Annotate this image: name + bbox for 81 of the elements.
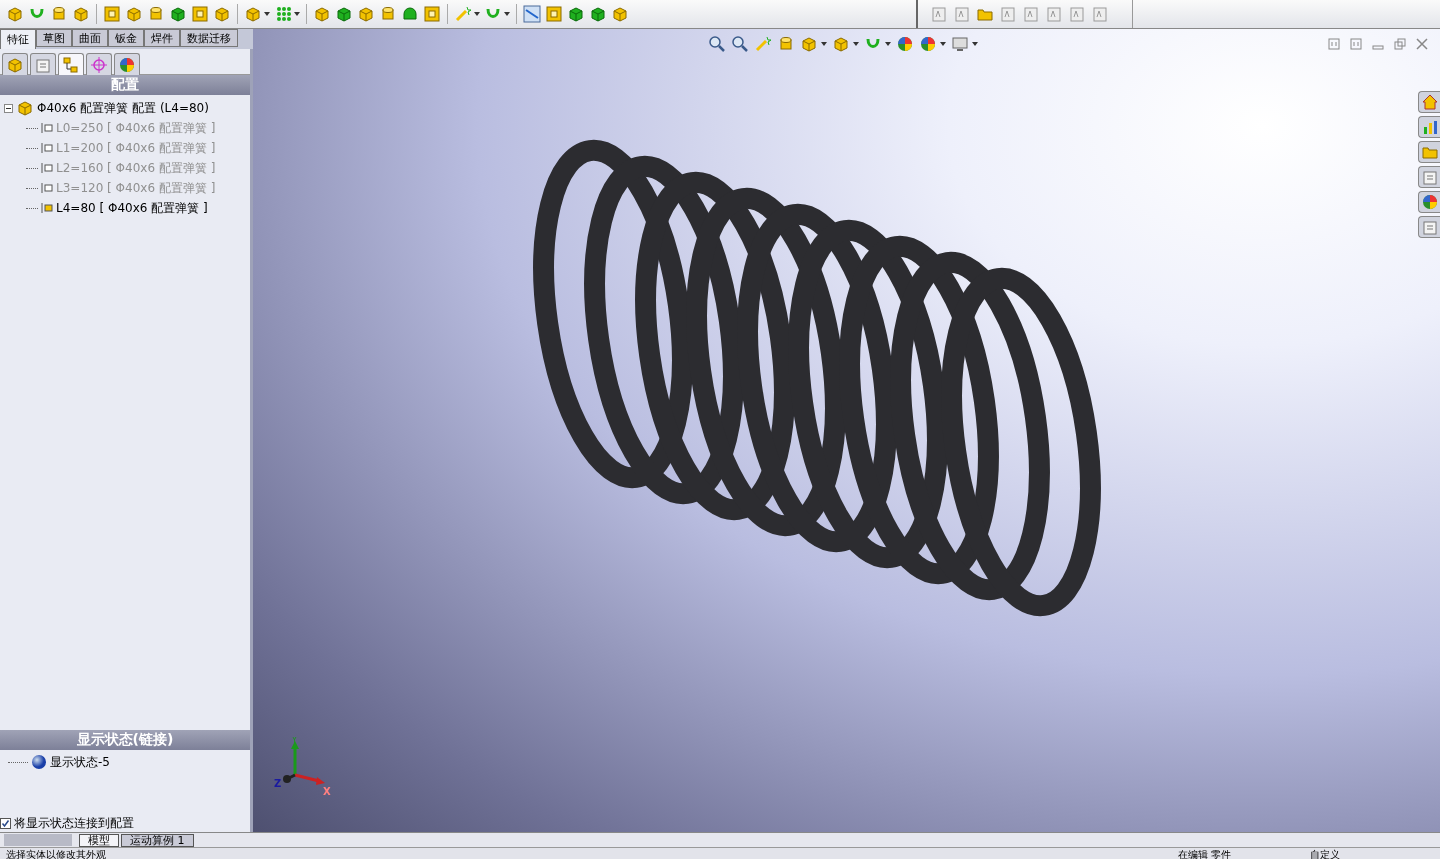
task-pane-tab[interactable] — [1418, 141, 1440, 163]
dome-icon[interactable] — [401, 5, 419, 23]
tab[interactable]: 曲面 — [72, 29, 108, 47]
tree-item[interactable]: L4=80 [ Φ40x6 配置弹簧 ] — [56, 199, 208, 217]
tab[interactable]: 草图 — [36, 29, 72, 47]
checkbox-label: 将显示状态连接到配置 — [14, 814, 134, 832]
cylinder-icon[interactable] — [50, 5, 68, 23]
panel-title: 配置 — [0, 75, 250, 95]
caret-icon[interactable] — [821, 42, 827, 46]
tile-icon[interactable] — [1328, 38, 1340, 50]
block-icon[interactable] — [589, 5, 607, 23]
task-pane-tab[interactable] — [1418, 166, 1440, 188]
status-text: 自定义 — [1309, 847, 1341, 859]
task-pane-tab[interactable] — [1418, 91, 1440, 113]
frame-icon[interactable] — [545, 5, 563, 23]
cube-icon[interactable] — [125, 5, 143, 23]
cylinder-icon[interactable] — [777, 35, 795, 53]
document-icon[interactable] — [1068, 5, 1086, 23]
configuration-icon — [41, 182, 53, 194]
block-icon[interactable] — [169, 5, 187, 23]
caret-icon[interactable] — [940, 42, 946, 46]
frame-icon[interactable] — [423, 5, 441, 23]
document-icon[interactable] — [1022, 5, 1040, 23]
task-pane-tab[interactable] — [1418, 116, 1440, 138]
panel-title: 显示状态(链接) — [0, 730, 250, 750]
tab[interactable]: 钣金 — [108, 29, 144, 47]
tab[interactable]: 特征 — [0, 29, 36, 49]
zoom-icon[interactable] — [708, 35, 726, 53]
clipboard-icon — [1420, 168, 1439, 186]
block-icon[interactable] — [335, 5, 353, 23]
document-icon[interactable] — [930, 5, 948, 23]
restore-icon[interactable] — [1394, 38, 1406, 50]
axis-triad-drawing: Y X Z — [274, 737, 331, 797]
configuration-icon — [41, 202, 53, 214]
cube-icon[interactable] — [357, 5, 375, 23]
close-icon[interactable] — [1416, 38, 1428, 50]
cylinder-icon[interactable] — [147, 5, 165, 23]
caret-icon[interactable] — [972, 42, 978, 46]
caret-icon[interactable] — [264, 12, 270, 16]
cylinder-icon[interactable] — [379, 5, 397, 23]
checkbox[interactable] — [0, 817, 11, 829]
cube-icon[interactable] — [6, 5, 24, 23]
cube-icon[interactable] — [313, 5, 331, 23]
frame-icon[interactable] — [191, 5, 209, 23]
sphere-icon — [31, 754, 47, 770]
house-icon — [1420, 93, 1439, 111]
cube-icon[interactable] — [213, 5, 231, 23]
document-icon[interactable] — [1045, 5, 1063, 23]
tree-item[interactable]: 显示状态-5 — [50, 753, 110, 771]
caret-icon[interactable] — [885, 42, 891, 46]
color-ball-icon — [1420, 193, 1439, 211]
clipboard-icon — [1420, 218, 1439, 236]
task-pane-tab[interactable] — [1418, 191, 1440, 213]
zoom-icon[interactable] — [731, 35, 749, 53]
collapse-toggle[interactable] — [4, 103, 13, 113]
monitor-icon[interactable] — [951, 35, 969, 53]
tab[interactable]: 运动算例 1 — [121, 833, 194, 847]
document-icon[interactable] — [1091, 5, 1109, 23]
status-text: 在编辑 零件 — [1177, 847, 1233, 859]
tree-item[interactable]: Φ40x6 配置弹簧 配置 (L4=80) — [37, 99, 209, 117]
color-ball-icon[interactable] — [896, 35, 914, 53]
tab[interactable]: 模型 — [79, 833, 119, 847]
tab[interactable]: 数据迁移 — [180, 29, 238, 47]
configuration-icon — [41, 162, 53, 174]
caret-icon[interactable] — [853, 42, 859, 46]
configuration-icon — [41, 122, 53, 134]
tab[interactable]: 焊件 — [144, 29, 180, 47]
block-icon[interactable] — [567, 5, 585, 23]
configuration-icon — [41, 142, 53, 154]
document-icon[interactable] — [999, 5, 1017, 23]
cube-icon[interactable] — [72, 5, 90, 23]
frame-icon[interactable] — [103, 5, 121, 23]
cube-icon[interactable] — [611, 5, 629, 23]
caret-icon[interactable] — [474, 12, 480, 16]
caret-icon[interactable] — [504, 12, 510, 16]
status-text: 选择实体以修改其外观 — [5, 847, 107, 859]
document-icon[interactable] — [953, 5, 971, 23]
color-ball-icon[interactable] — [919, 35, 937, 53]
tile-icon[interactable] — [1350, 38, 1362, 50]
task-pane-tab[interactable] — [1418, 216, 1440, 238]
caret-icon[interactable] — [294, 12, 300, 16]
